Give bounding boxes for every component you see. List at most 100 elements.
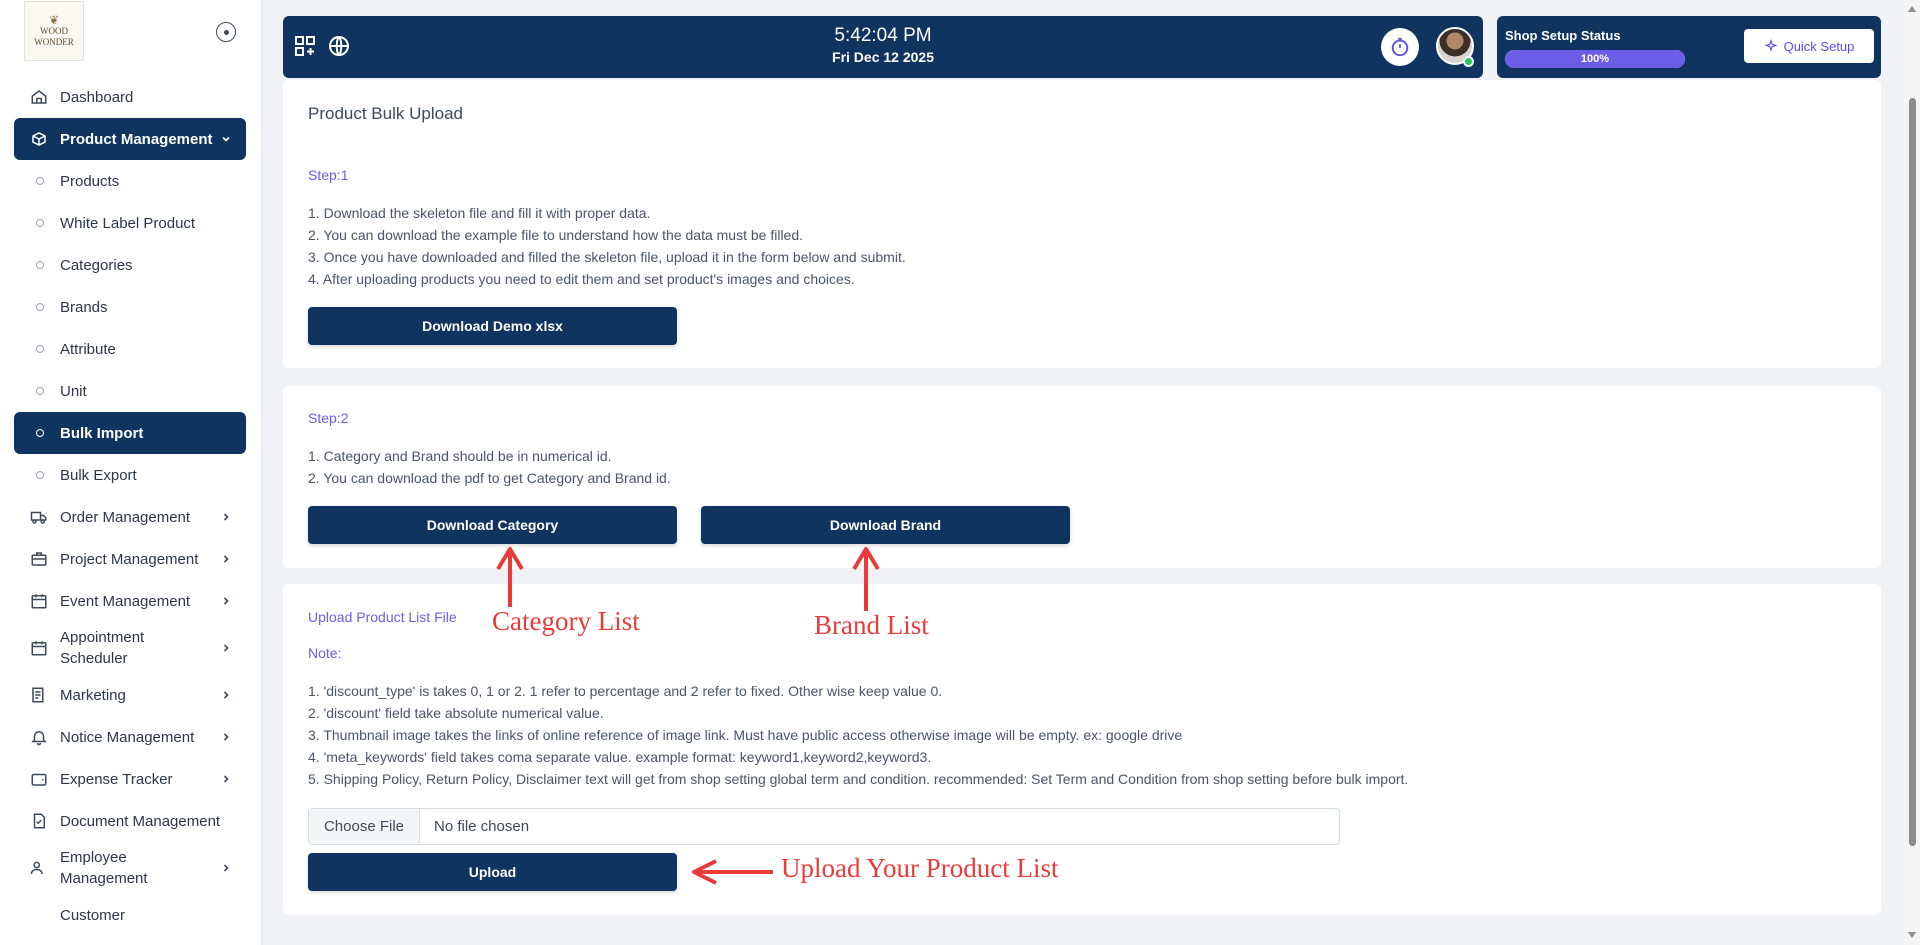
step2-instructions: Category and Brand should be in numerica… xyxy=(308,445,671,489)
logo-line2: WONDER xyxy=(34,36,74,47)
sidebar-item-label: Dashboard xyxy=(60,88,134,106)
list-item: After uploading products you need to edi… xyxy=(322,271,855,287)
arrow-up-icon xyxy=(496,547,524,607)
bullet-icon xyxy=(36,261,44,269)
sidebar-sub-label: Attribute xyxy=(60,340,116,358)
calendar-icon xyxy=(30,592,48,610)
chevron-right-icon xyxy=(223,644,229,652)
sidebar-item-label: Employee Management xyxy=(60,849,148,887)
sidebar-item-expense-tracker[interactable]: Expense Tracker xyxy=(14,758,246,800)
sidebar-sub-products[interactable]: Products xyxy=(14,160,246,202)
sidebar-sub-bulk-export[interactable]: Bulk Export xyxy=(14,454,246,496)
list-item: 'discount' field take absolute numerical… xyxy=(323,705,604,721)
list-item: Once you have downloaded and filled the … xyxy=(323,249,906,265)
chevron-right-icon xyxy=(223,555,229,563)
sidebar-item-label: Project Management xyxy=(60,550,199,568)
sidebar-nav: Dashboard Product Management Products Wh… xyxy=(14,76,246,936)
sidebar-sub-label: Categories xyxy=(60,256,133,274)
timer-button[interactable] xyxy=(1381,28,1419,66)
sidebar-item-label: Appointment Scheduler xyxy=(60,629,145,667)
annotation-brand: Brand List xyxy=(814,610,929,640)
sidebar-item-appointment-scheduler[interactable]: Appointment Scheduler xyxy=(14,622,246,674)
upload-label: Upload Product List File xyxy=(308,609,457,625)
sidebar-item-employee-management[interactable]: Employee Management xyxy=(14,842,246,894)
calendar-clock-icon xyxy=(30,639,48,657)
arrow-up-icon xyxy=(852,547,880,611)
bullet-icon xyxy=(36,387,44,395)
bullet-icon xyxy=(36,345,44,353)
sidebar-sub-label: White Label Product xyxy=(60,214,196,232)
chevron-right-icon xyxy=(223,691,229,699)
sidebar-item-label: Customer xyxy=(60,906,126,924)
chevron-right-icon xyxy=(223,775,229,783)
briefcase-icon xyxy=(30,550,48,568)
setup-progress-bar: 100% xyxy=(1505,50,1685,68)
file-name-text: No file chosen xyxy=(434,818,530,835)
scroll-up-icon[interactable] xyxy=(1908,6,1916,12)
sidebar-sub-label: Unit xyxy=(60,382,87,400)
box-icon xyxy=(30,130,48,148)
sidebar-sub-label: Bulk Import xyxy=(60,424,144,442)
megaphone-icon xyxy=(30,686,48,704)
choose-file-button[interactable]: Choose File xyxy=(309,809,420,844)
download-brand-button[interactable]: Download Brand xyxy=(701,506,1070,544)
chevron-right-icon xyxy=(223,513,229,521)
sidebar-sub-categories[interactable]: Categories xyxy=(14,244,246,286)
sidebar-item-document-management[interactable]: Document Management xyxy=(14,800,246,842)
list-item: Download the skeleton file and fill it w… xyxy=(323,205,651,221)
users-icon xyxy=(30,859,48,877)
sidebar-sub-attribute[interactable]: Attribute xyxy=(14,328,246,370)
sidebar-sub-label: Products xyxy=(60,172,120,190)
sidebar-sub-label: Bulk Export xyxy=(60,466,137,484)
sidebar-item-customer[interactable]: Customer xyxy=(14,894,246,936)
sparkle-icon xyxy=(1764,39,1778,52)
list-item: 'meta_keywords' field takes coma separat… xyxy=(323,749,932,765)
note-label: Note: xyxy=(308,645,342,661)
scrollbar[interactable] xyxy=(1904,0,1920,945)
sidebar-item-label: Document Management xyxy=(60,812,221,830)
sidebar-toggle-icon[interactable] xyxy=(216,22,236,42)
sidebar-sub-brands[interactable]: Brands xyxy=(14,286,246,328)
bullet-icon xyxy=(36,219,44,227)
online-status-dot xyxy=(1463,56,1474,67)
truck-icon xyxy=(30,508,48,526)
sidebar-item-label: Event Management xyxy=(60,592,191,610)
sidebar-sub-unit[interactable]: Unit xyxy=(14,370,246,412)
sidebar-item-event-management[interactable]: Event Management xyxy=(14,580,246,622)
step2-label: Step:2 xyxy=(308,410,349,426)
annotation-upload: Upload Your Product List xyxy=(781,853,1059,883)
download-category-button[interactable]: Download Category xyxy=(308,506,677,544)
chevron-right-icon xyxy=(223,597,229,605)
download-demo-button[interactable]: Download Demo xlsx xyxy=(308,307,677,345)
sidebar-sub-white-label-product[interactable]: White Label Product xyxy=(14,202,246,244)
bell-icon xyxy=(30,728,48,746)
sidebar-item-dashboard[interactable]: Dashboard xyxy=(14,76,246,118)
upload-button[interactable]: Upload xyxy=(308,853,677,891)
list-item: You can download the pdf to get Category… xyxy=(323,470,671,486)
sidebar-item-label: Expense Tracker xyxy=(60,770,173,788)
sidebar-item-product-management[interactable]: Product Management xyxy=(14,118,246,160)
clock-time: 5:42:04 PM xyxy=(834,25,932,46)
sidebar-sub-bulk-import[interactable]: Bulk Import xyxy=(14,412,246,454)
sidebar-item-marketing[interactable]: Marketing xyxy=(14,674,246,716)
sidebar-item-label: Order Management xyxy=(60,508,191,526)
topbar: 5:42:04 PM Fri Dec 12 2025 xyxy=(283,16,1483,78)
leaf-icon: ❦ xyxy=(48,12,60,27)
annotation-category: Category List xyxy=(492,606,640,636)
bullet-icon xyxy=(36,429,44,437)
step1-label: Step:1 xyxy=(308,167,349,183)
scroll-down-icon[interactable] xyxy=(1908,932,1916,938)
sidebar-item-order-management[interactable]: Order Management xyxy=(14,496,246,538)
wallet-icon xyxy=(30,770,48,788)
upload-notes: 'discount_type' is takes 0, 1 or 2. 1 re… xyxy=(308,680,1408,790)
sidebar-item-project-management[interactable]: Project Management xyxy=(14,538,246,580)
file-input[interactable]: Choose File No file chosen xyxy=(308,808,1340,845)
list-item: Thumbnail image takes the links of onlin… xyxy=(323,727,1183,743)
arrow-left-icon xyxy=(692,859,773,885)
setup-label: Shop Setup Status xyxy=(1505,28,1621,43)
scrollbar-thumb[interactable] xyxy=(1909,98,1916,846)
logo[interactable]: ❦ WOOD WONDER xyxy=(24,1,84,61)
sidebar-item-notice-management[interactable]: Notice Management xyxy=(14,716,246,758)
quick-setup-button[interactable]: Quick Setup xyxy=(1744,29,1874,63)
bullet-icon xyxy=(36,303,44,311)
